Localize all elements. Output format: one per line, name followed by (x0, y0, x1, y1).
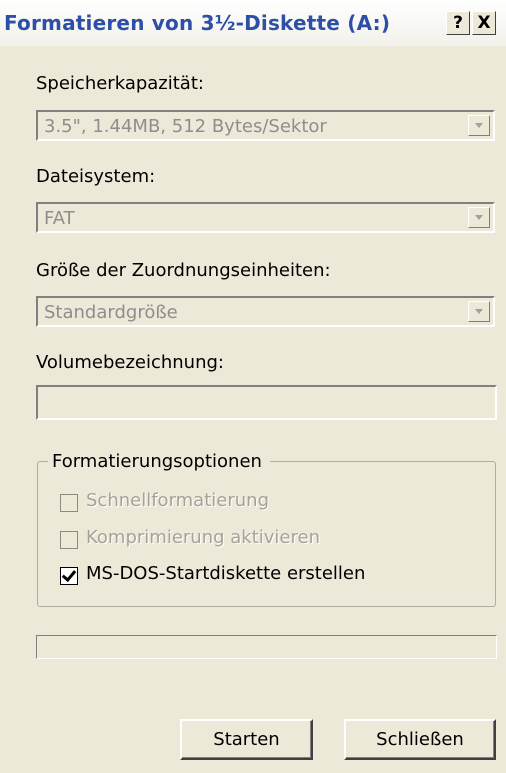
volume-input[interactable] (36, 385, 497, 420)
capacity-value: 3.5", 1.44MB, 512 Bytes/Sektor (44, 116, 327, 137)
allocation-dropdown[interactable]: Standardgröße (36, 296, 495, 327)
start-button[interactable]: Starten (180, 719, 313, 760)
volume-label: Volumebezeichnung: (36, 352, 224, 373)
quick-format-checkbox[interactable] (60, 494, 78, 512)
compression-checkbox[interactable] (60, 531, 78, 549)
chevron-down-icon[interactable] (468, 207, 490, 228)
close-dialog-button[interactable]: Schließen (344, 719, 496, 760)
chevron-down-icon[interactable] (468, 301, 490, 322)
chevron-down-icon[interactable] (468, 115, 490, 136)
close-button[interactable]: X (472, 11, 496, 35)
compression-label: Komprimierung aktivieren (86, 527, 320, 548)
filesystem-value: FAT (44, 208, 75, 229)
startup-disk-checkbox[interactable] (60, 567, 78, 585)
filesystem-label: Dateisystem: (36, 166, 156, 187)
progress-bar (36, 635, 497, 659)
quick-format-label: Schnellformatierung (86, 490, 269, 511)
capacity-label: Speicherkapazität: (36, 73, 204, 94)
filesystem-dropdown[interactable]: FAT (36, 202, 495, 233)
options-title: Formatierungsoptionen (48, 451, 270, 472)
allocation-value: Standardgröße (44, 302, 178, 323)
help-button[interactable]: ? (446, 11, 470, 35)
capacity-dropdown[interactable]: 3.5", 1.44MB, 512 Bytes/Sektor (36, 110, 495, 141)
window-title: Formatieren von 3½-Diskette (A:) (4, 11, 391, 35)
title-bar[interactable]: Formatieren von 3½-Diskette (A:) ? X (0, 0, 506, 46)
allocation-label: Größe der Zuordnungseinheiten: (36, 260, 331, 281)
startup-disk-label: MS-DOS-Startdiskette erstellen (86, 563, 366, 584)
